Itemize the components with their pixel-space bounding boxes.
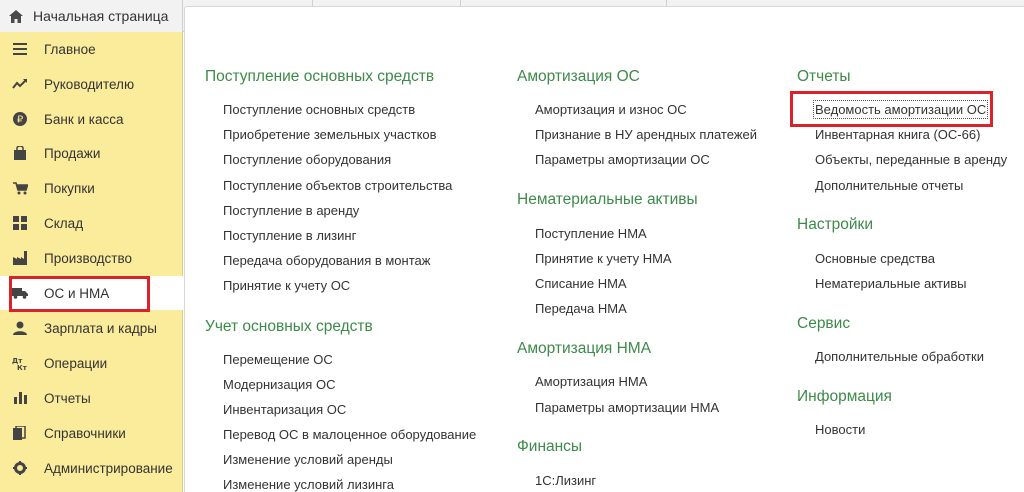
sidebar-item-bank[interactable]: ₽ Банк и касса [0,102,183,136]
link-construction-receipt[interactable]: Поступление объектов строительства [223,178,452,193]
link-nma-depreciation[interactable]: Амортизация НМА [535,374,647,389]
link-nma-acceptance[interactable]: Принятие к учету НМА [535,251,672,266]
group-title-reports: Отчеты [797,68,851,85]
group-title-fixed-assets-receipt: Поступление основных средств [205,68,435,85]
gear-icon [12,460,28,476]
sidebar-item-label: Покупки [44,180,95,196]
link-fa-receipt[interactable]: Поступление основных средств [223,102,415,117]
group-title-finance: Финансы [517,438,583,455]
link-fa-inventory[interactable]: Инвентаризация ОС [223,402,346,417]
link-equipment-receipt[interactable]: Поступление оборудования [223,152,391,167]
ruble-coin-icon: ₽ [12,111,28,127]
link-installation-transfer[interactable]: Передача оборудования в монтаж [223,253,430,268]
link-fa-move[interactable]: Перемещение ОС [223,352,333,367]
trend-icon [12,76,28,92]
link-nma-receipt[interactable]: Поступление НМА [535,226,647,241]
group-title-information: Информация [797,388,892,405]
sidebar-item-administration[interactable]: Администрирование [0,451,183,485]
group-title-nma-depreciation: Амортизация НМА [517,340,652,357]
sidebar-item-production[interactable]: Производство [0,241,183,275]
group-title-service: Сервис [797,315,851,332]
sidebar-item-reports[interactable]: Отчеты [0,381,183,415]
sidebar: Главное Руководителю ₽ Банк и касса Прод… [0,32,184,492]
dt-kt-icon: Дт Кт [12,355,28,371]
shopping-bag-icon [12,145,28,161]
hamburger-icon [12,41,28,57]
sidebar-item-label: Справочники [44,425,126,441]
link-lease-change[interactable]: Изменение условий аренды [223,452,393,467]
sidebar-item-sales[interactable]: Продажи [0,136,183,170]
sidebar-item-salary[interactable]: Зарплата и кадры [0,311,183,345]
link-news[interactable]: Новости [815,422,865,437]
link-fa-depreciation-params[interactable]: Параметры амортизации ОС [535,152,710,167]
link-nma-depreciation-params[interactable]: Параметры амортизации НМА [535,400,719,415]
link-fa-low-value[interactable]: Перевод ОС в малоценное оборудование [223,427,476,442]
svg-text:₽: ₽ [17,115,24,126]
link-depreciation-statement[interactable]: Ведомость амортизации ОС [812,100,989,119]
sidebar-item-main[interactable]: Главное [0,32,183,66]
warehouse-grid-icon [12,215,28,231]
sidebar-item-manager[interactable]: Руководителю [0,67,183,101]
books-icon [12,425,28,441]
person-icon [12,320,28,336]
svg-text:Кт: Кт [17,364,28,370]
link-settings-fixed-assets[interactable]: Основные средства [815,251,935,266]
sidebar-item-label: ОС и НМА [44,285,110,301]
factory-icon [12,250,28,266]
sidebar-item-fixed-assets[interactable]: ОС и НМА [0,276,184,310]
link-nma-transfer[interactable]: Передача НМА [535,301,627,316]
link-leasing-change[interactable]: Изменение условий лизинга [223,477,394,492]
link-leased-objects[interactable]: Объекты, переданные в аренду [815,152,1007,167]
link-1c-leasing[interactable]: 1С:Лизинг [535,473,596,488]
link-lease-receipt[interactable]: Поступление в аренду [223,203,359,218]
sidebar-item-label: Главное [44,41,96,57]
bar-chart-icon [12,390,28,406]
home-tab[interactable]: Начальная страница [0,0,183,32]
sidebar-item-label: Банк и касса [44,111,124,127]
sidebar-item-operations[interactable]: Дт Кт Операции [0,346,183,380]
truck-icon [12,285,28,301]
sidebar-item-directories[interactable]: Справочники [0,416,183,450]
sidebar-item-warehouse[interactable]: Склад [0,206,183,240]
sidebar-item-label: Производство [44,250,133,266]
link-leasing-receipt[interactable]: Поступление в лизинг [223,228,356,243]
group-title-fa-depreciation: Амортизация ОС [517,68,640,85]
sidebar-item-label: Зарплата и кадры [44,320,157,336]
link-depreciation-wear[interactable]: Амортизация и износ ОС [535,102,687,117]
link-fa-modernization[interactable]: Модернизация ОС [223,377,335,392]
home-icon [8,8,24,24]
link-fa-acceptance[interactable]: Принятие к учету ОС [223,278,350,293]
link-settings-intangibles[interactable]: Нематериальные активы [815,276,967,291]
link-land-purchase[interactable]: Приобретение земельных участков [223,127,437,142]
link-lease-payments-nu[interactable]: Признание в НУ арендных платежей [535,127,757,142]
cart-icon [12,180,28,196]
link-additional-processing[interactable]: Дополнительные обработки [815,349,984,364]
group-title-intangibles: Нематериальные активы [517,191,698,208]
sidebar-item-label: Отчеты [44,390,91,406]
link-additional-reports[interactable]: Дополнительные отчеты [815,178,963,193]
sidebar-item-label: Администрирование [44,460,173,476]
sidebar-item-purchases[interactable]: Покупки [0,171,183,205]
sidebar-item-label: Руководителю [44,76,135,92]
link-nma-writeoff[interactable]: Списание НМА [535,276,627,291]
group-title-settings: Настройки [797,216,874,233]
sidebar-item-label: Операции [44,355,108,371]
sidebar-item-label: Склад [44,215,84,231]
home-tab-label: Начальная страница [33,8,169,24]
sidebar-item-label: Продажи [44,145,101,161]
link-inventory-book[interactable]: Инвентарная книга (ОС-66) [815,127,980,142]
group-title-fa-accounting: Учет основных средств [205,318,373,335]
